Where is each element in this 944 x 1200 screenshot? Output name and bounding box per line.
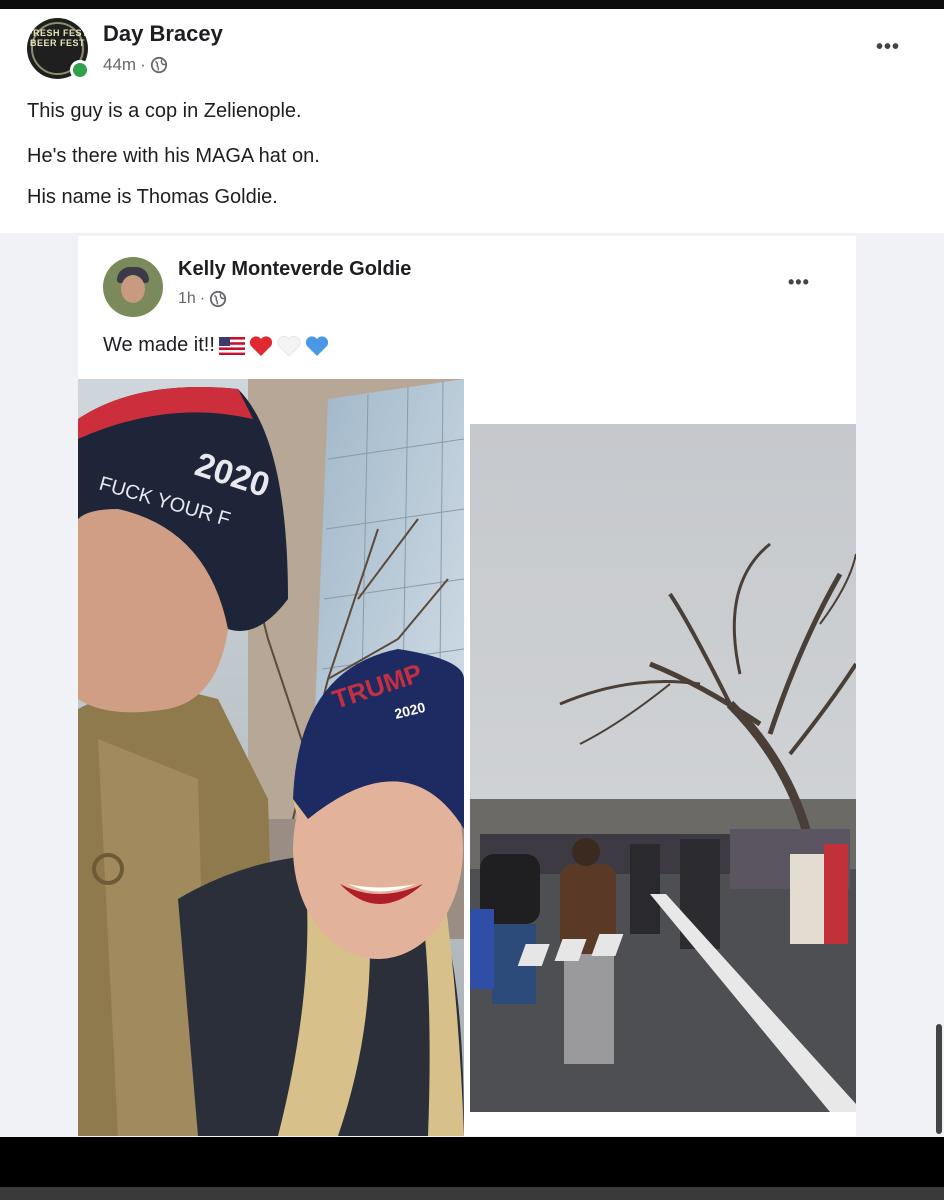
post-text-line-3: His name is Thomas Goldie. bbox=[27, 186, 278, 208]
post-text-line-2: He's there with his MAGA hat on. bbox=[27, 145, 320, 167]
shared-post-text: We made it!! bbox=[103, 334, 329, 357]
selfie-photo-image: 2020 FUCK YOUR F TRUMP 2020 bbox=[78, 379, 464, 1136]
scroll-handle[interactable] bbox=[936, 1024, 942, 1134]
crowd-photo[interactable] bbox=[470, 424, 856, 1112]
red-heart-icon bbox=[249, 335, 273, 356]
author-name[interactable]: Day Bracey bbox=[103, 21, 223, 47]
meta-dot: · bbox=[140, 55, 146, 74]
shared-post-meta: 1h · bbox=[178, 290, 227, 308]
shared-author-name[interactable]: Kelly Monteverde Goldie bbox=[178, 258, 411, 281]
selfie-photo[interactable]: 2020 FUCK YOUR F TRUMP 2020 bbox=[78, 379, 464, 1136]
more-options-icon[interactable]: ••• bbox=[876, 36, 900, 59]
post-meta: 44m · bbox=[103, 55, 168, 75]
online-status-dot bbox=[70, 60, 90, 80]
shared-author-avatar[interactable] bbox=[103, 257, 163, 317]
globe-icon bbox=[210, 290, 227, 308]
shared-post-time[interactable]: 1h bbox=[178, 290, 196, 308]
us-flag-icon bbox=[218, 336, 245, 355]
shared-more-options-icon[interactable]: ••• bbox=[788, 272, 810, 293]
avatar-face bbox=[121, 275, 145, 303]
globe-icon bbox=[150, 56, 167, 74]
post-time[interactable]: 44m bbox=[103, 55, 136, 75]
post-text-line-1: This guy is a cop in Zelienople. bbox=[27, 100, 302, 122]
bottom-strip bbox=[0, 1187, 944, 1200]
top-bar bbox=[0, 0, 944, 9]
crowd-photo-image bbox=[470, 424, 856, 1112]
avatar-logo: FRESH FEST BEER FEST bbox=[27, 28, 88, 48]
blue-heart-icon bbox=[305, 335, 329, 356]
meta-dot: · bbox=[199, 290, 206, 307]
white-heart-icon bbox=[277, 335, 301, 357]
shared-post-caption: We made it!! bbox=[103, 334, 215, 356]
bottom-bar bbox=[0, 1137, 944, 1187]
